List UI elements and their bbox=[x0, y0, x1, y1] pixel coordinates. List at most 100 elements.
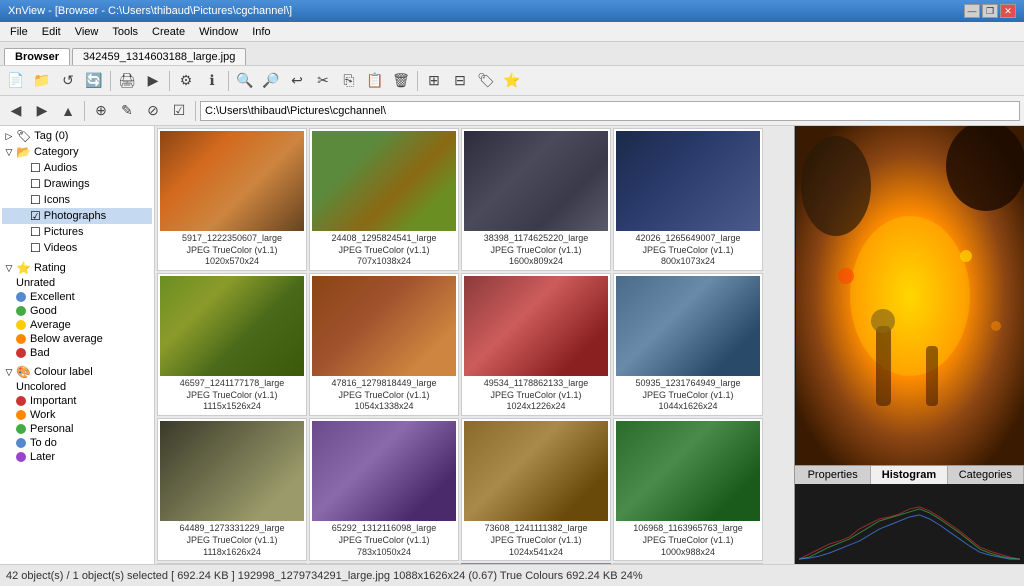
separator6 bbox=[195, 101, 196, 121]
thumbnail-item-10[interactable]: 65292_1312116098_large JPEG TrueColor (v… bbox=[309, 418, 459, 561]
checkbox-icon6: ☐ bbox=[30, 241, 41, 255]
thumbnail-item-14[interactable]: 160022_1205695844_la... JPEG TrueColor (… bbox=[309, 563, 459, 564]
sidebar-item-colour[interactable]: ▽ 🎨 Colour label bbox=[2, 364, 152, 380]
sidebar-item-later[interactable]: Later bbox=[2, 450, 152, 464]
thumbnail-label-5: 46597_1241177178_large JPEG TrueColor (v… bbox=[180, 378, 284, 413]
sidebar-item-unrated[interactable]: Unrated bbox=[2, 276, 152, 290]
sidebar-item-rating[interactable]: ▽ ⭐ Rating bbox=[2, 260, 152, 276]
videos-label: Videos bbox=[44, 242, 77, 254]
maximize-button[interactable]: ❐ bbox=[982, 4, 998, 18]
nav-forward-button[interactable]: ▶ bbox=[30, 100, 54, 122]
thumbnail-grid[interactable]: 5917_1222350607_large JPEG TrueColor (v1… bbox=[155, 126, 794, 564]
preview-tab-histogram[interactable]: Histogram bbox=[871, 466, 947, 484]
tag-label: Tag (0) bbox=[34, 130, 68, 142]
preview-panel: Properties Histogram Categories bbox=[794, 126, 1024, 564]
edit-path-button[interactable]: ✎ bbox=[115, 100, 139, 122]
histogram-display bbox=[795, 484, 1024, 564]
nav-up-button[interactable]: ▲ bbox=[56, 100, 80, 122]
sidebar-item-tag[interactable]: ▷ 🏷 Tag (0) bbox=[2, 128, 152, 144]
delete-button[interactable]: 🗑 bbox=[389, 70, 413, 92]
status-text: 42 object(s) / 1 object(s) selected [ 69… bbox=[6, 570, 643, 582]
menu-file[interactable]: File bbox=[4, 25, 34, 39]
thumbnail-item-12[interactable]: 106968_1163965763_large JPEG TrueColor (… bbox=[613, 418, 763, 561]
main-content: ▷ 🏷 Tag (0) ▽ 📂 Category ☐ Audios ☐ Draw… bbox=[0, 126, 1024, 564]
thumbnail-item-9[interactable]: 64489_1273331229_large JPEG TrueColor (v… bbox=[157, 418, 307, 561]
menu-create[interactable]: Create bbox=[146, 25, 191, 39]
thumbnail-item-4[interactable]: 42026_1265649007_large JPEG TrueColor (v… bbox=[613, 128, 763, 271]
toolbar2: ◀ ▶ ▲ ⊕ ✎ ⊘ ☑ bbox=[0, 96, 1024, 126]
slideshow-button[interactable]: ▶ bbox=[141, 70, 165, 92]
cut-button[interactable]: ✂ bbox=[311, 70, 335, 92]
refresh-button[interactable]: 🔄 bbox=[82, 70, 106, 92]
paste-button[interactable]: 📋 bbox=[363, 70, 387, 92]
copy-button[interactable]: ⎘ bbox=[337, 70, 361, 92]
sidebar-item-bad[interactable]: Bad bbox=[2, 346, 152, 360]
rotate-button[interactable]: ↩ bbox=[285, 70, 309, 92]
zoom-in-button[interactable]: 🔍 bbox=[233, 70, 257, 92]
sidebar-item-photographs[interactable]: ☑ Photographs bbox=[2, 208, 152, 224]
thumbnail-item-5[interactable]: 46597_1241177178_large JPEG TrueColor (v… bbox=[157, 273, 307, 416]
category-label: Category bbox=[34, 146, 79, 158]
sidebar-item-drawings[interactable]: ☐ Drawings bbox=[2, 176, 152, 192]
filter-button[interactable]: 🏷 bbox=[474, 70, 498, 92]
sort-button[interactable]: ⊟ bbox=[448, 70, 472, 92]
address-input[interactable] bbox=[200, 101, 1020, 121]
thumbnail-item-11[interactable]: 73608_1241111382_large JPEG TrueColor (v… bbox=[461, 418, 611, 561]
bookmark-button[interactable]: ⊕ bbox=[89, 100, 113, 122]
thumbnail-item-15[interactable]: 192998_1279734291_la... JPEG TrueColor (… bbox=[461, 563, 611, 564]
sidebar-item-videos[interactable]: ☐ Videos bbox=[2, 240, 152, 256]
zoom-out-button[interactable]: 🔎 bbox=[259, 70, 283, 92]
rating-icon: ⭐ bbox=[16, 261, 31, 275]
select-button[interactable]: ☑ bbox=[167, 100, 191, 122]
sidebar-item-audios[interactable]: ☐ Audios bbox=[2, 160, 152, 176]
menu-info[interactable]: Info bbox=[246, 25, 276, 39]
thumbnail-item-3[interactable]: 38398_1174625220_large JPEG TrueColor (v… bbox=[461, 128, 611, 271]
tab-browser[interactable]: Browser bbox=[4, 48, 70, 65]
preview-tab-categories[interactable]: Categories bbox=[948, 466, 1024, 484]
nav-back-button[interactable]: ◀ bbox=[4, 100, 28, 122]
sidebar-item-todo[interactable]: To do bbox=[2, 436, 152, 450]
menu-edit[interactable]: Edit bbox=[36, 25, 67, 39]
tab-image[interactable]: 342459_1314603188_large.jpg bbox=[72, 48, 246, 65]
sidebar-item-below-average[interactable]: Below average bbox=[2, 332, 152, 346]
preview-tab-properties[interactable]: Properties bbox=[795, 466, 871, 484]
info-button[interactable]: ℹ bbox=[200, 70, 224, 92]
thumbnail-item-16[interactable]: 193080_1180812449_la... JPEG TrueColor (… bbox=[613, 563, 763, 564]
sidebar-item-good[interactable]: Good bbox=[2, 304, 152, 318]
back-button[interactable]: ↺ bbox=[56, 70, 80, 92]
sidebar-item-pictures[interactable]: ☐ Pictures bbox=[2, 224, 152, 240]
thumbnail-item-2[interactable]: 24408_1295824541_large JPEG TrueColor (v… bbox=[309, 128, 459, 271]
thumbnail-item-8[interactable]: 50935_1231764949_large JPEG TrueColor (v… bbox=[613, 273, 763, 416]
menu-window[interactable]: Window bbox=[193, 25, 244, 39]
minimize-button[interactable]: — bbox=[964, 4, 980, 18]
checkbox-icon2: ☐ bbox=[30, 177, 41, 191]
thumbnail-item-1[interactable]: 5917_1222350607_large JPEG TrueColor (v1… bbox=[157, 128, 307, 271]
star-button[interactable]: ⭐ bbox=[500, 70, 524, 92]
menu-tools[interactable]: Tools bbox=[106, 25, 144, 39]
sidebar-item-uncolored[interactable]: Uncolored bbox=[2, 380, 152, 394]
thumbnail-item-7[interactable]: 49534_1178862133_large JPEG TrueColor (v… bbox=[461, 273, 611, 416]
sidebar-item-average[interactable]: Average bbox=[2, 318, 152, 332]
open-button[interactable]: 📁 bbox=[30, 70, 54, 92]
sidebar-item-important[interactable]: Important bbox=[2, 394, 152, 408]
thumbnail-image-8 bbox=[616, 276, 760, 376]
sidebar-item-personal[interactable]: Personal bbox=[2, 422, 152, 436]
thumbnail-item-13[interactable]: 125841_1166714058_la... JPEG TrueColor (… bbox=[157, 563, 307, 564]
close-button[interactable]: ✕ bbox=[1000, 4, 1016, 18]
sidebar-item-work[interactable]: Work bbox=[2, 408, 152, 422]
sidebar-item-excellent[interactable]: Excellent bbox=[2, 290, 152, 304]
rename-button[interactable]: ⊘ bbox=[141, 100, 165, 122]
colour-icon: 🎨 bbox=[16, 365, 31, 379]
settings-button[interactable]: ⚙ bbox=[174, 70, 198, 92]
sidebar-item-category[interactable]: ▽ 📂 Category bbox=[2, 144, 152, 160]
menu-view[interactable]: View bbox=[69, 25, 105, 39]
view-mode-button[interactable]: ⊞ bbox=[422, 70, 446, 92]
print-button[interactable]: 🖨 bbox=[115, 70, 139, 92]
thumbnail-item-6[interactable]: 47816_1279818449_large JPEG TrueColor (v… bbox=[309, 273, 459, 416]
thumbnail-label-11: 73608_1241111382_large JPEG TrueColor (v… bbox=[484, 523, 587, 558]
work-label: Work bbox=[30, 409, 55, 421]
new-button[interactable]: 📄 bbox=[4, 70, 28, 92]
sidebar-item-icons[interactable]: ☐ Icons bbox=[2, 192, 152, 208]
thumbnail-image-11 bbox=[464, 421, 608, 521]
separator1 bbox=[110, 71, 111, 91]
